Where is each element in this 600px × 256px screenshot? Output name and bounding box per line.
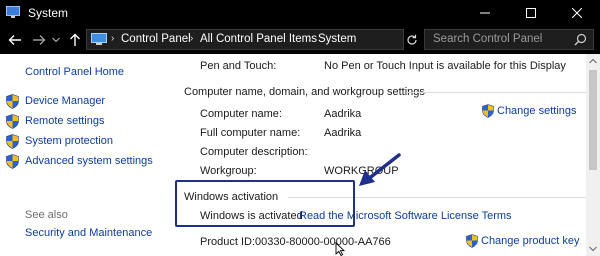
product-id-value: 00330-80000-00000-AA766 [255, 236, 391, 248]
maximize-button[interactable] [508, 0, 554, 26]
search-input[interactable]: Search Control Panel [424, 29, 594, 50]
computer-description-label: Computer description: [200, 146, 308, 158]
maximize-icon [526, 8, 536, 18]
breadcrumb-system[interactable]: System [318, 33, 356, 45]
full-computer-name-label: Full computer name: [200, 127, 301, 139]
close-button[interactable] [554, 0, 600, 26]
annotation-arrow-icon [359, 153, 401, 186]
shield-icon [6, 134, 19, 149]
up-arrow-icon [70, 33, 80, 46]
shield-icon [482, 104, 494, 118]
refresh-button[interactable] [404, 29, 420, 50]
pen-touch-value: No Pen or Touch Input is available for t… [324, 60, 566, 72]
pen-touch-label: Pen and Touch: [200, 60, 277, 72]
search-placeholder: Search Control Panel [433, 33, 543, 45]
back-arrow-icon [8, 35, 21, 45]
chevron-right-icon: › [190, 33, 194, 44]
full-computer-name-value: Aadrika [324, 127, 362, 139]
search-icon [574, 33, 587, 46]
shield-icon [6, 94, 19, 109]
scroll-up-icon[interactable] [589, 58, 597, 64]
computer-name-group-heading: Computer name, domain, and workgroup set… [184, 86, 425, 98]
security-and-maintenance-link[interactable]: Security and Maintenance [25, 227, 152, 239]
shield-icon [6, 114, 19, 129]
change-settings-label: Change settings [497, 105, 577, 117]
chevron-right-icon: › [111, 33, 115, 44]
breadcrumb-all-items[interactable]: All Control Panel Items [200, 33, 317, 45]
product-id-label: Product ID: [200, 236, 256, 248]
control-panel-icon [91, 33, 107, 45]
chevron-right-icon: › [308, 33, 312, 44]
system-app-icon [6, 6, 20, 18]
scroll-down-icon[interactable] [589, 246, 597, 252]
sidebar-item-label: Advanced system settings [25, 155, 153, 167]
sidebar-item-label: Device Manager [25, 95, 106, 107]
scrollbar-thumb[interactable] [589, 70, 597, 170]
address-box[interactable]: › Control Panel › All Control Panel Item… [86, 29, 487, 50]
minimize-button[interactable] [462, 0, 508, 26]
chevron-down-icon [52, 37, 60, 43]
workgroup-label: Workgroup: [200, 165, 257, 177]
shield-icon [466, 234, 478, 248]
control-panel-home-link[interactable]: Control Panel Home [25, 66, 124, 78]
forward-button[interactable] [30, 31, 48, 49]
address-toolbar: › Control Panel › All Control Panel Item… [0, 26, 600, 54]
computer-name-value: Aadrika [324, 108, 362, 120]
breadcrumb-control-panel[interactable]: Control Panel [121, 33, 191, 45]
back-button[interactable] [6, 31, 24, 49]
title-bar: System [0, 0, 600, 26]
sidebar: Control Panel Home Device Manager Remote… [0, 54, 170, 256]
sidebar-item-label: Remote settings [25, 115, 105, 127]
shield-icon [6, 154, 19, 169]
recent-locations-button[interactable] [50, 31, 62, 49]
activation-highlight-box [175, 180, 355, 227]
close-icon [572, 8, 582, 18]
refresh-icon [407, 34, 417, 45]
computer-name-label: Computer name: [200, 108, 282, 120]
see-also-heading: See also [25, 209, 68, 221]
mouse-pointer-icon [335, 242, 345, 256]
forward-arrow-icon [33, 35, 46, 45]
change-product-key-label: Change product key [481, 235, 580, 247]
sidebar-item-label: System protection [25, 135, 114, 147]
section-divider [406, 92, 586, 93]
up-button[interactable] [66, 31, 84, 49]
window-title: System [28, 6, 69, 20]
minimize-icon [480, 12, 490, 14]
vertical-scrollbar[interactable] [586, 54, 600, 256]
